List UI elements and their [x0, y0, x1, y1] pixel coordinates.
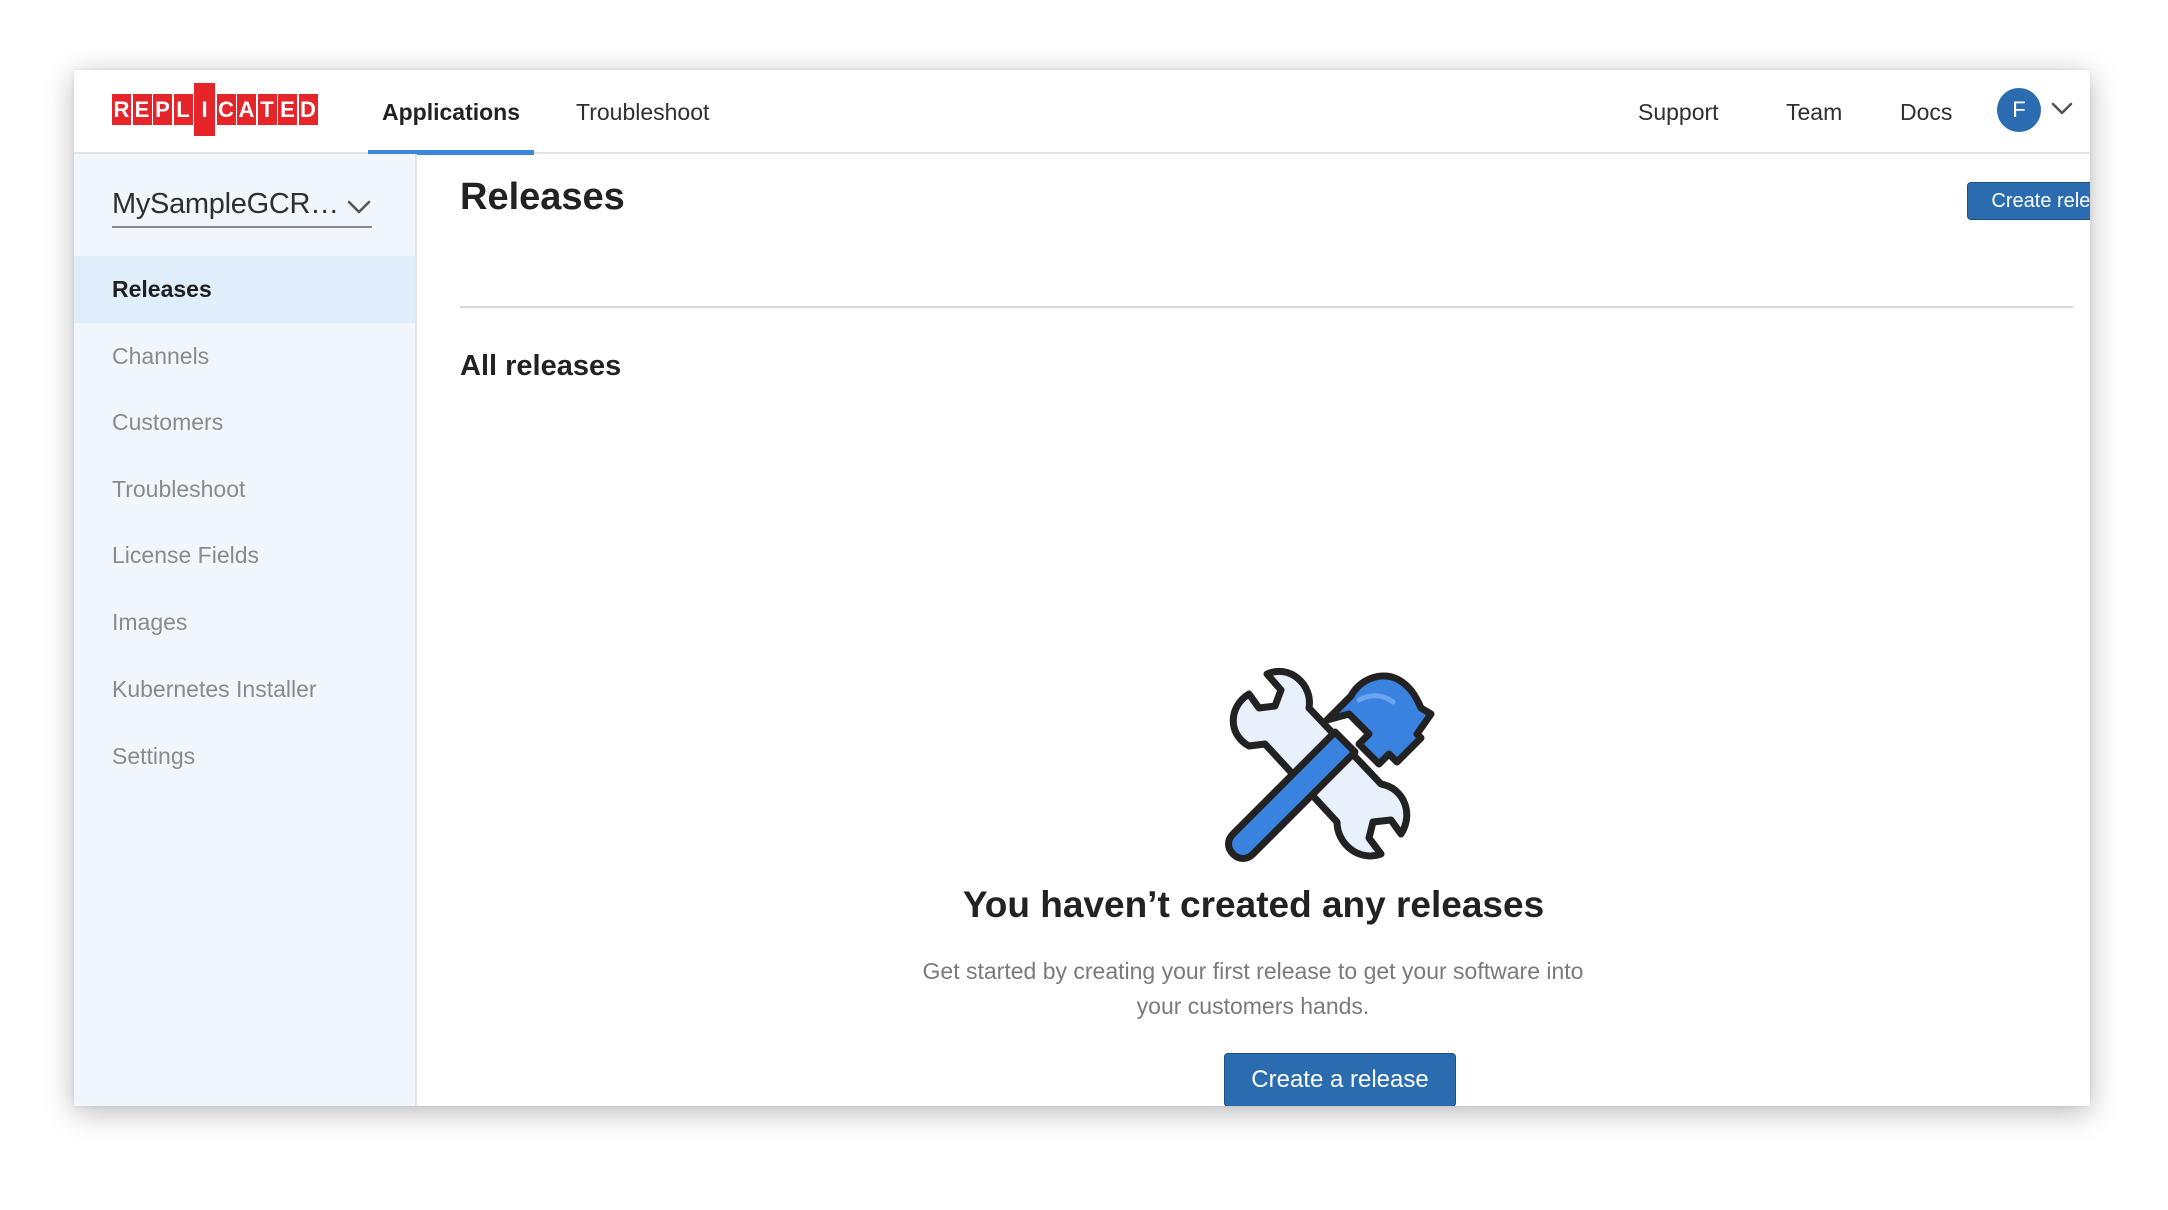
user-avatar[interactable]: F: [1997, 88, 2041, 132]
sidebar: MySampleGCR… Releases Channels Customers…: [74, 154, 417, 1106]
nav-applications[interactable]: Applications: [368, 70, 535, 155]
main-content: Releases Create release All releases You…: [417, 154, 2090, 1106]
section-title: All releases: [460, 350, 622, 382]
sidebar-item-troubleshoot[interactable]: Troubleshoot: [74, 456, 415, 523]
app-selector-label: MySampleGCR…: [112, 188, 339, 220]
empty-state-description: Get started by creating your first relea…: [922, 958, 1584, 1019]
title-divider: [460, 306, 2073, 308]
sidebar-item-channels[interactable]: Channels: [74, 323, 415, 390]
sidebar-item-settings[interactable]: Settings: [74, 723, 415, 790]
nav-troubleshoot[interactable]: Troubleshoot: [562, 70, 723, 154]
create-release-button[interactable]: Create release: [1967, 182, 2090, 220]
sidebar-item-license-fields[interactable]: License Fields: [74, 522, 415, 589]
sidebar-item-kubernetes-installer[interactable]: Kubernetes Installer: [74, 656, 415, 723]
sidebar-item-releases[interactable]: Releases: [74, 256, 415, 323]
page-title: Releases: [460, 176, 625, 218]
sidebar-item-customers[interactable]: Customers: [74, 389, 415, 456]
nav-team[interactable]: Team: [1772, 70, 1856, 154]
chevron-down-icon[interactable]: [2049, 96, 2075, 122]
nav-support[interactable]: Support: [1624, 70, 1733, 154]
chevron-down-icon: [347, 200, 371, 214]
create-a-release-button[interactable]: Create a release: [1224, 1053, 1456, 1106]
nav-docs[interactable]: Docs: [1886, 70, 1966, 154]
app-window: REPLICATED Applications Troubleshoot Sup…: [74, 70, 2090, 1106]
app-selector[interactable]: MySampleGCR…: [112, 184, 372, 228]
tools-icon: [1225, 667, 1435, 862]
top-navigation: REPLICATED Applications Troubleshoot Sup…: [74, 70, 2090, 155]
replicated-logo[interactable]: REPLICATED: [112, 83, 319, 136]
sidebar-item-images[interactable]: Images: [74, 589, 415, 656]
empty-state-heading: You haven’t created any releases: [962, 884, 1545, 925]
